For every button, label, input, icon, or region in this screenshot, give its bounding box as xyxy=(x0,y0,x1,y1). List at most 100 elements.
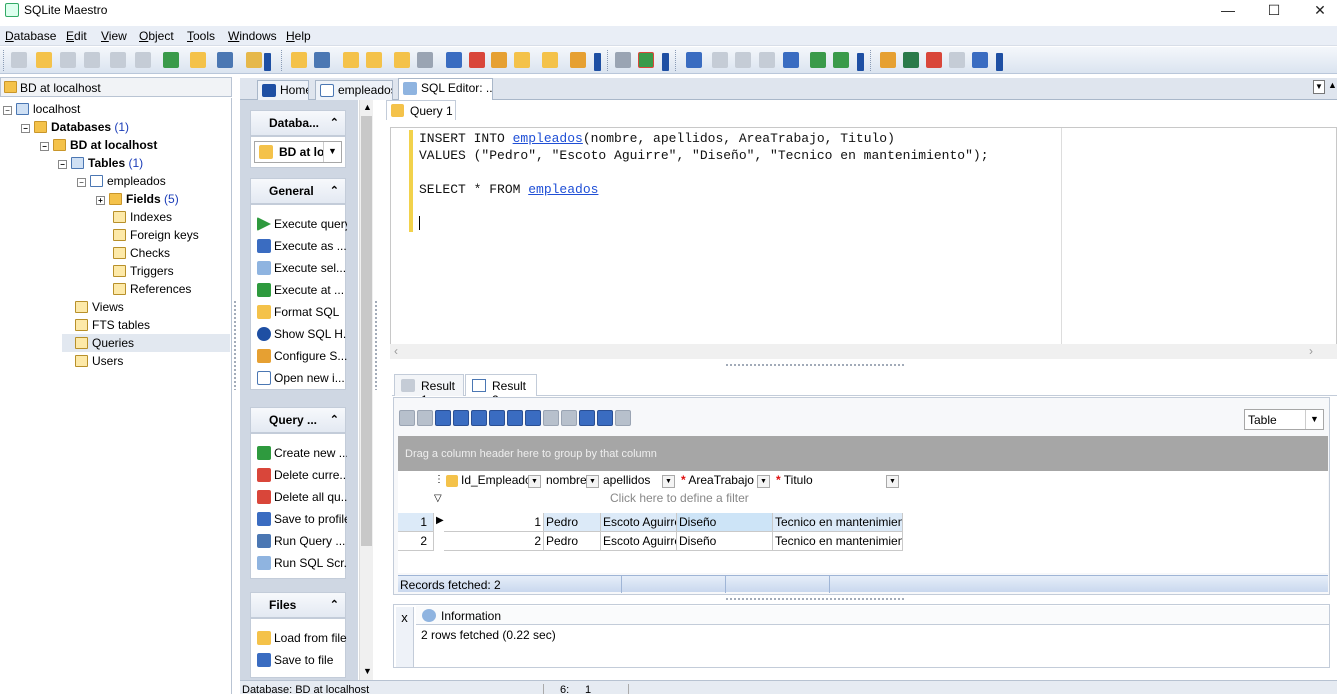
toolbar-dropdown-icon[interactable] xyxy=(996,53,1003,71)
column-header-nombre[interactable]: nombre xyxy=(546,471,587,489)
filter-icon[interactable]: ▽ xyxy=(434,493,442,504)
cell-nombre[interactable]: Pedro xyxy=(544,513,601,532)
cell-areatrabajo[interactable]: Diseño xyxy=(677,532,773,551)
column-filter-dropdown-icon[interactable]: ▼ xyxy=(586,475,599,488)
minimize-button[interactable]: — xyxy=(1205,0,1251,22)
maximize-button[interactable]: ☐ xyxy=(1251,0,1297,22)
object-manager-icon[interactable] xyxy=(246,52,262,68)
package-icon[interactable] xyxy=(491,52,507,68)
tree-node-views[interactable]: Views xyxy=(75,298,124,316)
column-filter-dropdown-icon[interactable]: ▼ xyxy=(528,475,541,488)
nav-execute-at-cursor[interactable]: Execute at ... xyxy=(257,281,347,299)
menu-view[interactable]: View xyxy=(101,29,127,43)
horizontal-splitter[interactable] xyxy=(725,597,905,601)
column-header-id-empleado[interactable]: Id_Empleado xyxy=(446,471,532,489)
cell-titulo[interactable]: Tecnico en mantenimiento xyxy=(773,513,903,532)
nav-load-from-file[interactable]: Load from file xyxy=(257,629,347,647)
view-mode-select[interactable]: Table ▼ xyxy=(1244,409,1324,430)
toolbar-dropdown-icon[interactable] xyxy=(662,53,669,71)
nav-configure-sql[interactable]: Configure S... xyxy=(257,347,347,365)
nav-group-database-header[interactable]: Databa... ⌃ xyxy=(250,110,346,136)
chevron-down-icon[interactable]: ▼ xyxy=(1305,410,1323,429)
tab-empleados[interactable]: empleados xyxy=(315,80,393,100)
tree-node-tables[interactable]: − Tables (1) xyxy=(58,154,143,172)
save-bookmark-icon[interactable] xyxy=(597,410,613,426)
chevron-down-icon[interactable]: ▼ xyxy=(323,142,341,162)
tree-node-references[interactable]: References xyxy=(113,280,191,298)
connect-icon[interactable] xyxy=(110,52,126,68)
last-record-icon[interactable] xyxy=(471,410,487,426)
next-record-icon[interactable] xyxy=(453,410,469,426)
tree-node-empleados[interactable]: − empleados xyxy=(77,172,166,190)
identifier-link[interactable]: empleados xyxy=(528,182,598,197)
chart-icon[interactable] xyxy=(469,52,485,68)
cell-areatrabajo[interactable]: Diseño xyxy=(677,513,773,532)
information-tab[interactable]: Information xyxy=(416,606,1329,625)
nav-group-general-header[interactable]: General ⌃ xyxy=(250,178,346,204)
cell-titulo[interactable]: Tecnico en mantenimiento xyxy=(773,532,903,551)
nav-create-new-query[interactable]: Create new ... xyxy=(257,444,347,462)
row-indicator[interactable]: 2 xyxy=(398,532,434,551)
nav-execute-as[interactable]: Execute as ... xyxy=(257,237,347,255)
toolbar-dropdown-icon[interactable] xyxy=(594,53,601,71)
collapse-icon[interactable]: − xyxy=(58,160,67,169)
filter-icon[interactable] xyxy=(615,52,631,68)
tree-node-indexes[interactable]: Indexes xyxy=(113,208,172,226)
cell-id-empleado[interactable]: 1 xyxy=(444,513,544,532)
toolbar-dropdown-icon[interactable] xyxy=(857,53,864,71)
tree-node-triggers[interactable]: Triggers xyxy=(113,262,174,280)
nav-show-sql-help[interactable]: Show SQL H... xyxy=(257,325,347,343)
tree-node-users[interactable]: Users xyxy=(75,352,123,370)
nav-format-sql[interactable]: Format SQL xyxy=(257,303,347,321)
collapse-chevron-icon[interactable]: ⌃ xyxy=(330,593,339,617)
sql-script-icon[interactable] xyxy=(366,52,382,68)
collapse-icon[interactable]: − xyxy=(3,106,12,115)
menu-windows[interactable]: Windows xyxy=(228,29,277,43)
delete-record-icon[interactable] xyxy=(507,410,523,426)
edit-record-icon[interactable] xyxy=(525,410,541,426)
cell-id-empleado[interactable]: 2 xyxy=(444,532,544,551)
column-header-areatrabajo[interactable]: * AreaTrabajo xyxy=(681,471,754,489)
tree-node-localhost[interactable]: − localhost xyxy=(3,100,80,118)
back-icon[interactable] xyxy=(810,52,826,68)
identifier-link[interactable]: empleados xyxy=(513,131,583,146)
home-icon[interactable] xyxy=(880,52,896,68)
group-by-box[interactable]: Drag a column header here to group by th… xyxy=(398,436,1328,471)
horizontal-splitter[interactable] xyxy=(725,363,905,367)
plugins-icon[interactable] xyxy=(570,52,586,68)
forward-icon[interactable] xyxy=(833,52,849,68)
first-record-icon[interactable] xyxy=(399,410,415,426)
query-icon[interactable] xyxy=(291,52,307,68)
sort-az-icon[interactable] xyxy=(638,52,654,68)
updates-icon[interactable] xyxy=(972,52,988,68)
collapse-chevron-icon[interactable]: ⌃ xyxy=(330,179,339,203)
refresh-icon[interactable] xyxy=(579,410,595,426)
expand-icon[interactable]: + xyxy=(96,196,105,205)
tree-node-checks[interactable]: Checks xyxy=(113,244,170,262)
tab-list-dropdown-icon[interactable]: ▼ xyxy=(1313,80,1325,94)
close-all-windows-icon[interactable] xyxy=(783,52,799,68)
scroll-up-icon[interactable]: ▲ xyxy=(1328,80,1337,90)
column-header-apellidos[interactable]: apellidos xyxy=(603,471,650,489)
insert-record-icon[interactable] xyxy=(489,410,505,426)
tree-node-fields[interactable]: + Fields (5) xyxy=(96,190,179,208)
close-info-button[interactable]: x xyxy=(396,607,414,667)
nav-delete-current-query[interactable]: Delete curre... xyxy=(257,466,347,484)
print-icon[interactable] xyxy=(417,52,433,68)
prior-record-icon[interactable] xyxy=(435,410,451,426)
nav-open-new-instance[interactable]: Open new i... xyxy=(257,369,347,387)
refresh-connection-icon[interactable] xyxy=(163,52,179,68)
collapse-chevron-icon[interactable]: ⌃ xyxy=(330,408,339,432)
database-selector[interactable]: BD at lo ▼ xyxy=(254,141,342,163)
query-tab[interactable]: Query 1 xyxy=(386,100,456,120)
cell-apellidos[interactable]: Escoto Aguirre xyxy=(601,532,677,551)
column-customize-icon[interactable]: ⋮ xyxy=(434,474,444,485)
toolbar-dropdown-icon[interactable] xyxy=(264,53,271,71)
scroll-left-icon[interactable]: ‹ xyxy=(394,344,398,358)
collapse-icon[interactable]: − xyxy=(21,124,30,133)
database-properties-icon[interactable] xyxy=(190,52,206,68)
scroll-down-icon[interactable]: ▼ xyxy=(363,666,372,676)
filter-row[interactable]: Click here to define a filter xyxy=(610,491,749,505)
register-database-icon[interactable] xyxy=(60,52,76,68)
vertical-splitter[interactable] xyxy=(374,300,378,390)
